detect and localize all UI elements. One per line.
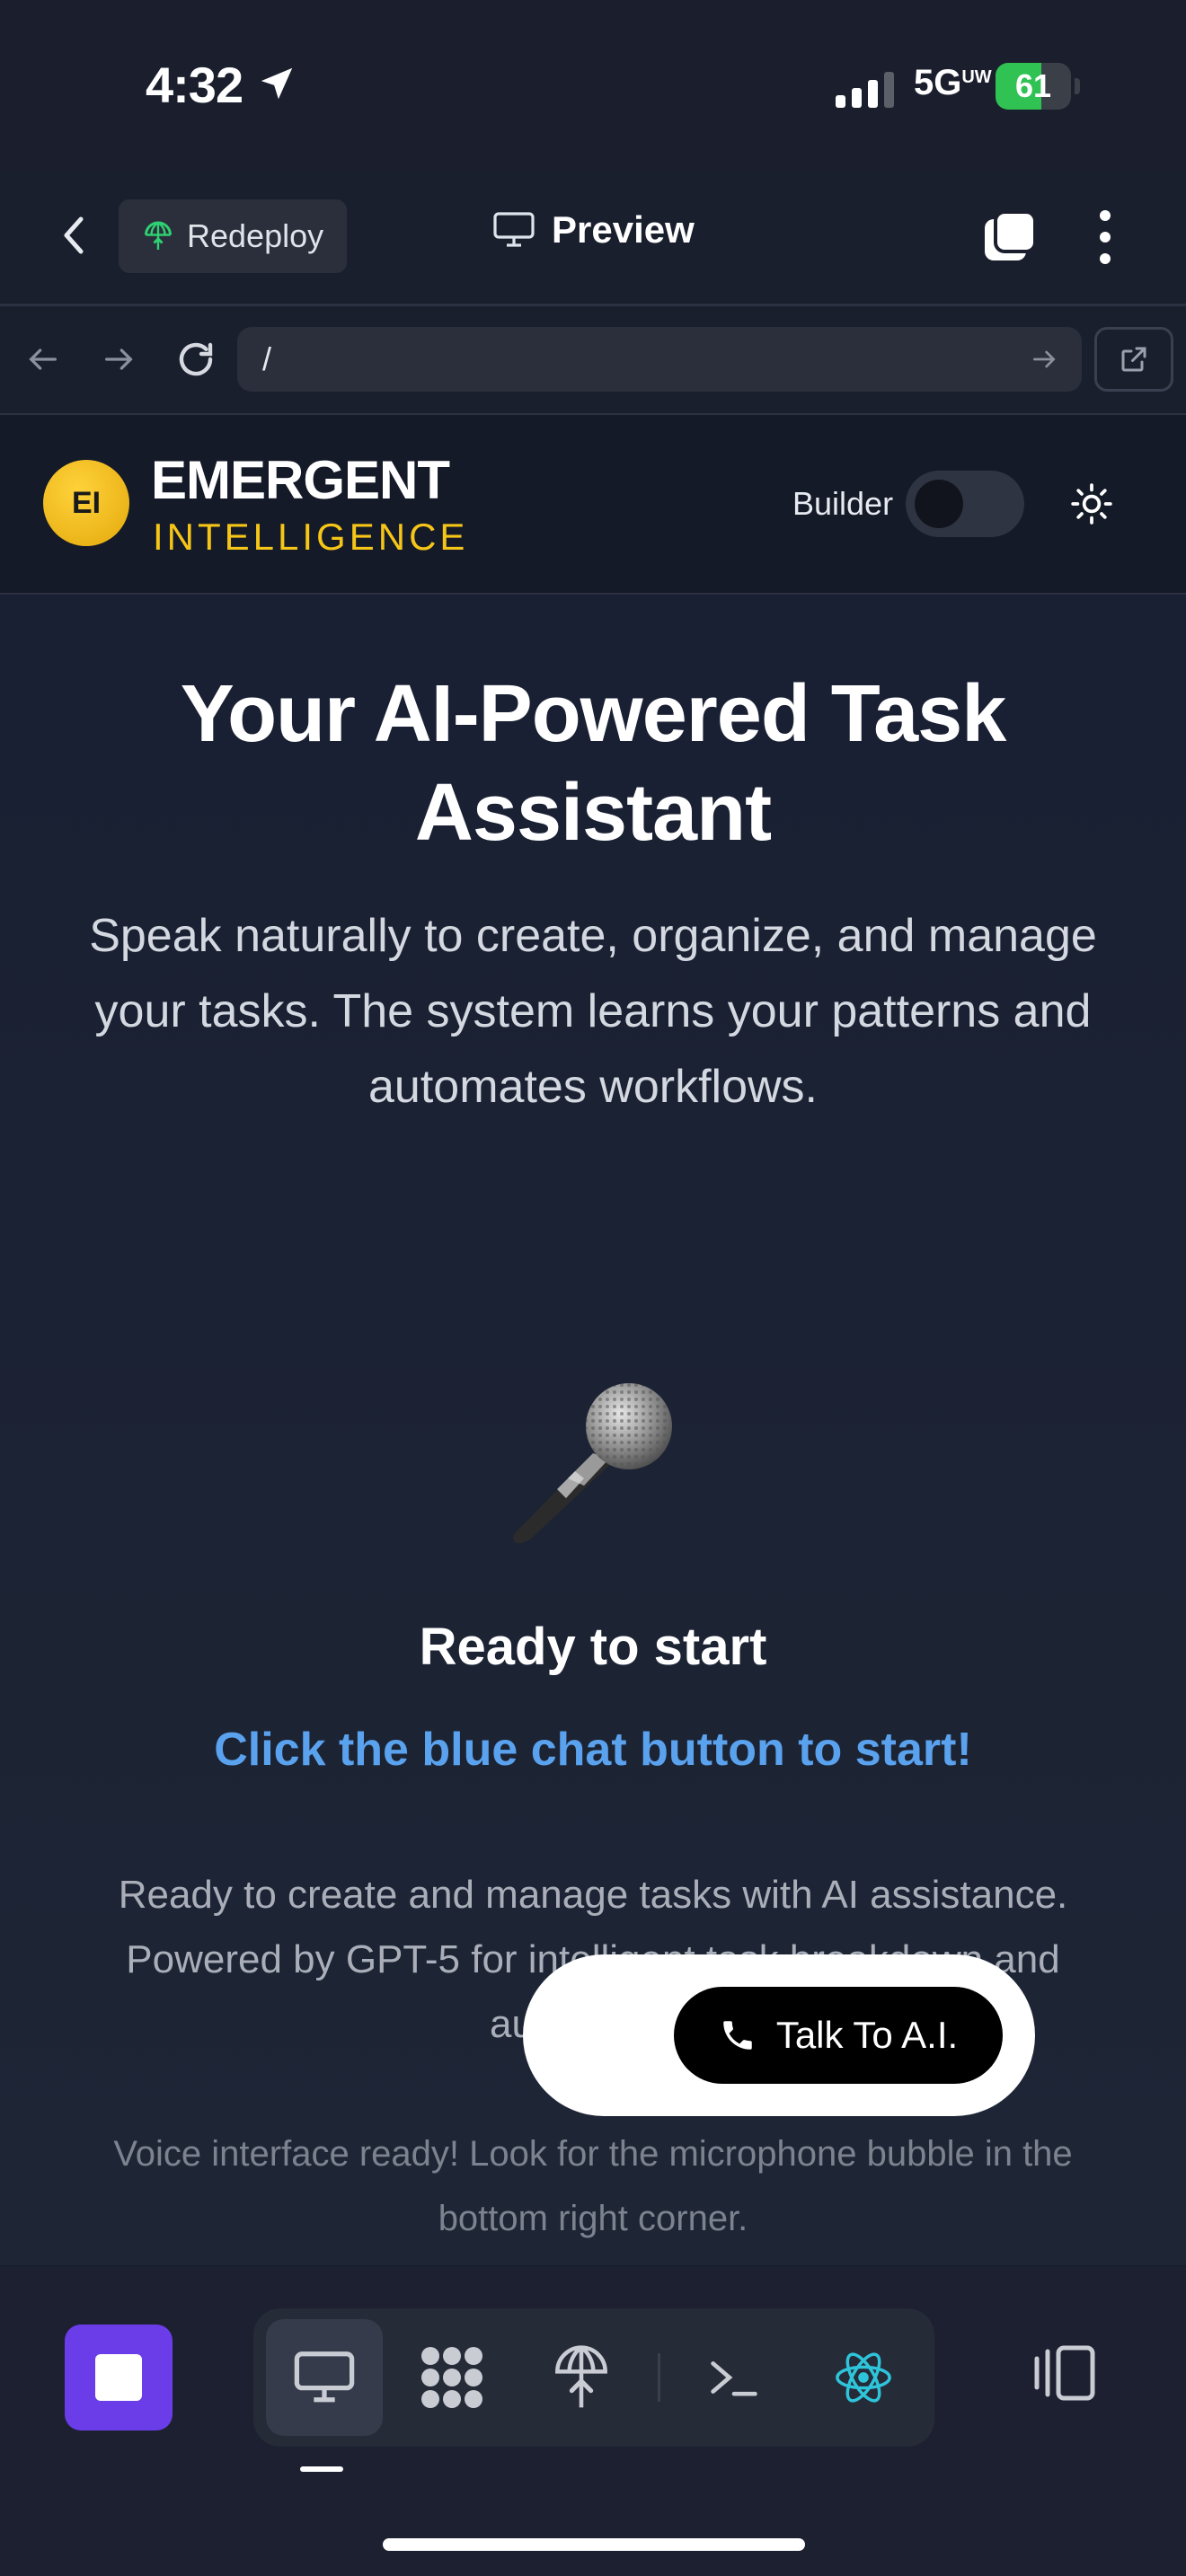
nav-forward-arrow-icon[interactable] <box>101 341 137 377</box>
home-indicator <box>383 2538 805 2551</box>
tool-grid[interactable] <box>394 2319 510 2436</box>
network-indicator: 5GUW <box>914 63 992 102</box>
redeploy-icon <box>145 221 172 250</box>
brand-name: EMERGENT <box>151 450 450 510</box>
toggle-knob <box>915 480 963 528</box>
signal-icon <box>836 72 894 108</box>
back-chevron-icon[interactable] <box>52 208 97 262</box>
builder-toggle[interactable] <box>906 471 1024 537</box>
tabs-icon[interactable] <box>981 208 1039 266</box>
preview-label: Preview <box>552 208 695 251</box>
url-go-arrow-icon[interactable] <box>1030 345 1058 374</box>
header-divider <box>0 304 1186 306</box>
url-input[interactable]: / <box>237 327 1082 392</box>
preview-title: Preview <box>492 208 695 251</box>
open-external-button[interactable] <box>1094 327 1173 392</box>
sun-icon[interactable] <box>1069 481 1114 526</box>
tool-separator <box>658 2353 660 2402</box>
tool-preview[interactable] <box>266 2319 383 2436</box>
redeploy-label: Redeploy <box>187 217 324 254</box>
talk-to-ai-label: Talk To A.I. <box>775 2014 959 2056</box>
hero-description: Speak naturally to create, organize, and… <box>89 910 1097 1113</box>
nav-back-arrow-icon[interactable] <box>25 341 61 377</box>
active-tool-indicator <box>300 2466 343 2472</box>
status-time: 4:32 <box>146 57 243 113</box>
battery-level: 61 <box>1014 67 1052 104</box>
tool-group <box>253 2308 934 2447</box>
device-layout-icon[interactable] <box>1031 2344 1100 2402</box>
tool-react[interactable] <box>805 2319 922 2436</box>
logo-badge: EI <box>43 460 129 546</box>
redeploy-button[interactable]: Redeploy <box>119 199 347 273</box>
stop-icon <box>95 2354 142 2401</box>
voice-note: Voice interface ready! Look for the micr… <box>113 2134 1073 2238</box>
builder-label: Builder <box>792 485 894 522</box>
terminal-icon <box>711 2361 757 2396</box>
tool-deploy[interactable] <box>523 2319 640 2436</box>
more-menu-icon[interactable] <box>1089 208 1121 266</box>
deploy-icon <box>555 2345 607 2408</box>
hero-title: Your AI-Powered Task Assistant <box>180 669 1007 858</box>
phone-icon <box>723 2021 752 2050</box>
reload-icon[interactable] <box>174 338 217 381</box>
monitor-icon <box>493 212 535 247</box>
monitor-icon <box>294 2351 355 2403</box>
ready-title: Ready to start <box>419 1618 767 1676</box>
talk-to-ai-button[interactable]: Talk To A.I. <box>674 1987 1003 2084</box>
stop-button[interactable] <box>65 2325 173 2430</box>
grid-icon <box>421 2347 482 2408</box>
location-arrow-icon <box>261 67 293 100</box>
brand-subtitle: INTELLIGENCE <box>153 516 469 558</box>
react-icon <box>836 2352 891 2403</box>
microphone-icon <box>513 1383 672 1544</box>
external-link-icon <box>1121 347 1146 372</box>
tool-terminal[interactable] <box>676 2319 792 2436</box>
battery-icon: 61 <box>996 63 1080 110</box>
cta-text: Click the blue chat button to start! <box>214 1724 972 1776</box>
